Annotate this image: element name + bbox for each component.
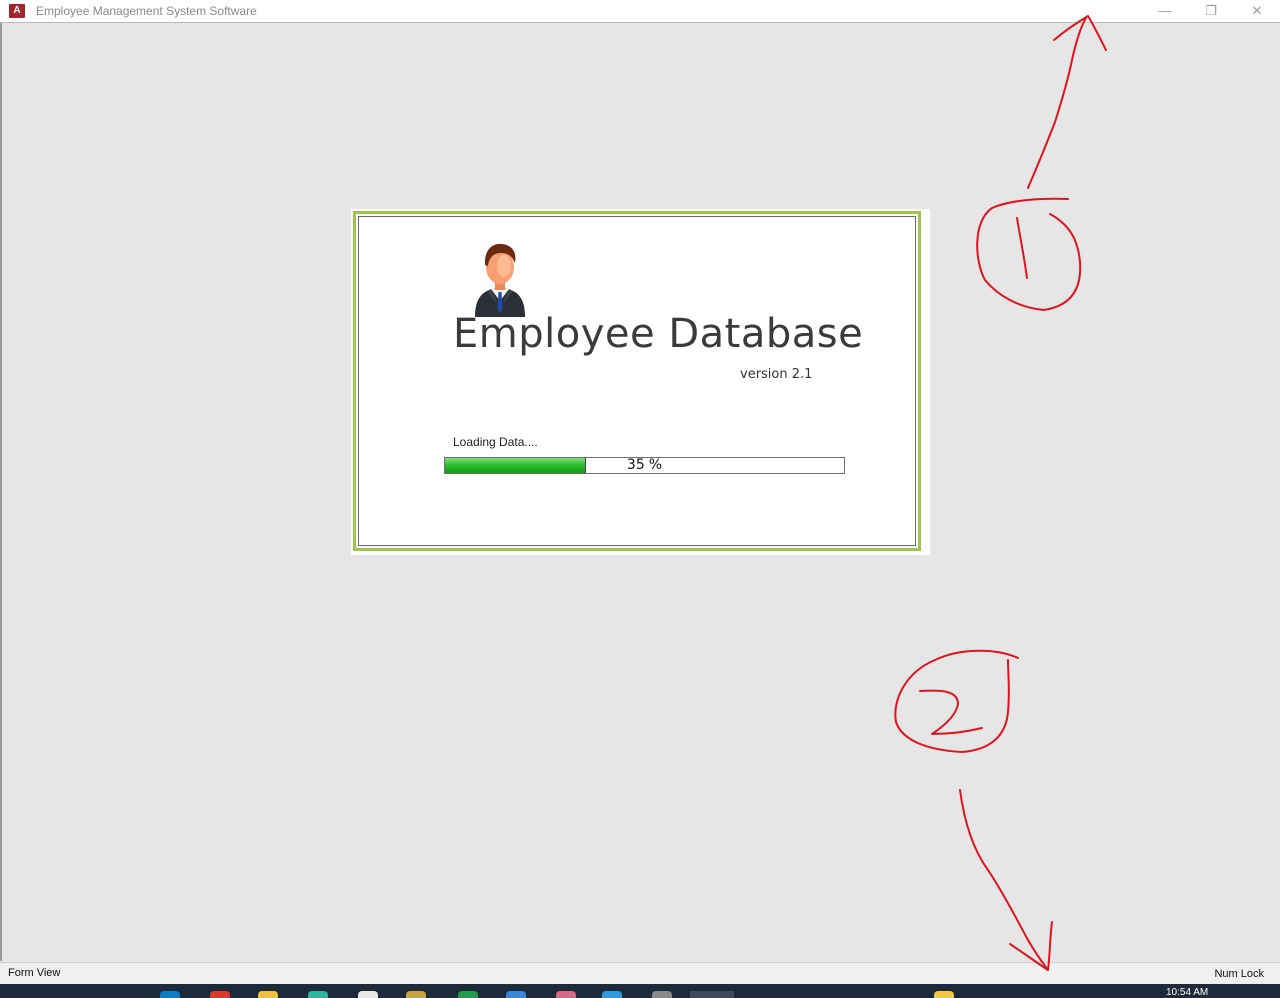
splash-dialog: Employee Database version 2.1 Loading Da… bbox=[351, 209, 930, 555]
taskbar-app-icon[interactable] bbox=[358, 991, 378, 998]
taskbar-chrome-icon[interactable] bbox=[210, 991, 230, 998]
restore-button[interactable]: ❐ bbox=[1188, 0, 1234, 22]
minimize-button[interactable]: — bbox=[1142, 0, 1188, 22]
windows-taskbar: 10:54 AM bbox=[0, 984, 1280, 998]
loading-progress-bar: 35% bbox=[444, 457, 845, 474]
businessman-avatar-icon bbox=[475, 243, 525, 317]
taskbar-excel-icon[interactable] bbox=[458, 991, 478, 998]
close-button[interactable]: ✕ bbox=[1234, 0, 1280, 22]
status-bar: Form View Num Lock bbox=[0, 962, 1280, 984]
window-title: Employee Management System Software bbox=[36, 4, 257, 18]
taskbar-app-icon[interactable] bbox=[406, 991, 426, 998]
access-app-icon: A bbox=[9, 4, 25, 18]
splash-inner-border: Employee Database version 2.1 Loading Da… bbox=[358, 216, 916, 546]
window-title-bar: A Employee Management System Software — … bbox=[0, 0, 1280, 23]
taskbar-app-icon[interactable] bbox=[506, 991, 526, 998]
taskbar-app-icon[interactable] bbox=[160, 991, 180, 998]
taskbar-folder-icon[interactable] bbox=[258, 991, 278, 998]
taskbar-app-icon[interactable] bbox=[308, 991, 328, 998]
version-label: version 2.1 bbox=[740, 367, 813, 382]
taskbar-tray-icon[interactable] bbox=[934, 991, 954, 998]
progress-text: 35% bbox=[445, 458, 844, 473]
progress-unit: % bbox=[648, 457, 663, 473]
taskbar-app-icon[interactable] bbox=[556, 991, 576, 998]
app-heading: Employee Database bbox=[453, 311, 864, 357]
taskbar-clock: 10:54 AM bbox=[1166, 987, 1209, 998]
loading-label: Loading Data.... bbox=[453, 435, 538, 449]
taskbar-app-icon[interactable] bbox=[652, 991, 672, 998]
status-view-mode: Form View bbox=[8, 967, 61, 979]
splash-frame: Employee Database version 2.1 Loading Da… bbox=[353, 211, 921, 551]
taskbar-access-icon[interactable] bbox=[690, 991, 734, 998]
status-num-lock: Num Lock bbox=[1214, 968, 1264, 980]
taskbar-app-icon[interactable] bbox=[602, 991, 622, 998]
progress-value: 35 bbox=[626, 457, 645, 473]
